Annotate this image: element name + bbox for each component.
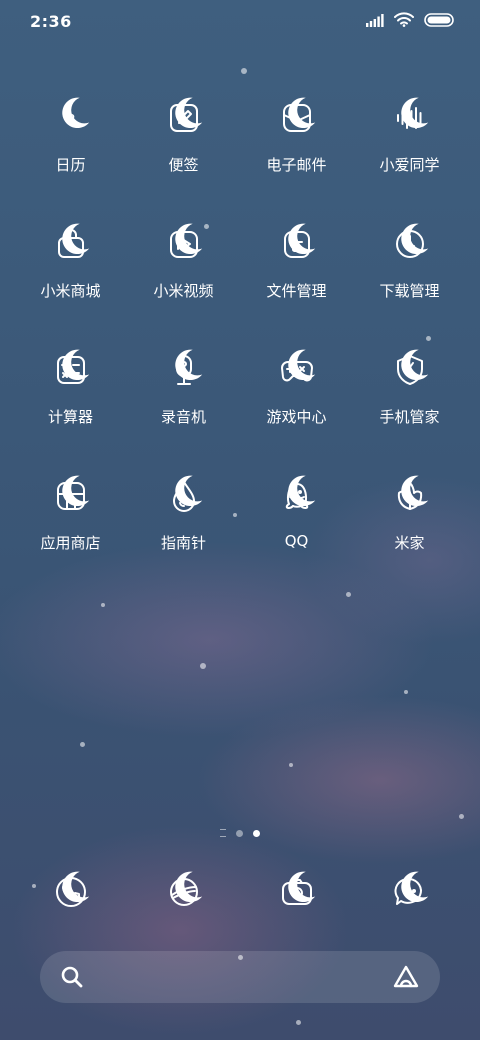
sparkle xyxy=(404,690,408,694)
app-store-icon xyxy=(45,470,97,522)
file-manager-icon xyxy=(271,218,323,270)
shopping-bag-icon xyxy=(45,218,97,270)
status-icons xyxy=(366,12,454,31)
browser-icon[interactable] xyxy=(158,866,210,918)
app-label: 日历 xyxy=(55,156,86,174)
app-label: 录音机 xyxy=(160,408,206,426)
app-label: 指南针 xyxy=(160,534,206,552)
app-download-manager[interactable]: 下载管理 xyxy=(353,218,466,344)
app-label: 计算器 xyxy=(47,408,93,426)
status-time: 2:36 xyxy=(30,12,72,31)
app-app-store[interactable]: 应用商店 xyxy=(14,470,127,596)
search-icon[interactable] xyxy=(60,965,84,989)
app-email[interactable]: 电子邮件 xyxy=(240,92,353,218)
moon-icon xyxy=(174,871,202,903)
page-indicator[interactable] xyxy=(0,829,480,837)
app-calculator[interactable]: 计算器 xyxy=(14,344,127,470)
app-label: 手机管家 xyxy=(379,408,440,426)
app-label: 文件管理 xyxy=(266,282,327,300)
app-label: 便签 xyxy=(168,156,199,174)
notes-icon xyxy=(158,92,210,144)
app-mi-video[interactable]: 小米视频 xyxy=(127,218,240,344)
app-label: QQ xyxy=(284,532,309,550)
calendar-icon: 2 xyxy=(45,92,97,144)
camera-icon[interactable] xyxy=(271,866,323,918)
app-xiaoai[interactable]: 小爱同学 xyxy=(353,92,466,218)
app-label: 小米商城 xyxy=(40,282,101,300)
sparkle xyxy=(101,603,105,607)
qq-icon xyxy=(271,470,323,522)
status-bar: 2:36 xyxy=(0,0,480,44)
app-label: 米家 xyxy=(394,534,425,552)
app-label: 小爱同学 xyxy=(379,156,440,174)
app-qq[interactable]: QQ xyxy=(240,470,353,596)
sparkle xyxy=(296,1020,301,1025)
app-recorder[interactable]: 录音机 xyxy=(127,344,240,470)
moon-icon xyxy=(174,97,202,129)
battery-icon xyxy=(424,12,454,31)
moon-icon xyxy=(174,349,202,381)
sparkle xyxy=(80,742,85,747)
calculator-icon xyxy=(45,344,97,396)
page-dot xyxy=(236,829,243,837)
moon-icon xyxy=(400,871,428,903)
app-game-center[interactable]: 游戏中心 xyxy=(240,344,353,470)
sparkle xyxy=(289,763,293,767)
app-mi-store[interactable]: 小米商城 xyxy=(14,218,127,344)
gamepad-icon xyxy=(271,344,323,396)
email-icon xyxy=(271,92,323,144)
home-screen: 2:36 日历 便签 电子邮件 小爱同学 小米商城 小米视频 文件管理 下载管理… xyxy=(0,0,480,1040)
moon-icon xyxy=(61,475,89,507)
app-label: 游戏中心 xyxy=(266,408,327,426)
moon-icon xyxy=(400,97,428,129)
moon-icon xyxy=(287,223,315,255)
moon-icon xyxy=(61,349,89,381)
app-label: 下载管理 xyxy=(379,282,440,300)
video-icon xyxy=(158,218,210,270)
assistant-icon[interactable] xyxy=(392,964,420,990)
signal-icon xyxy=(366,12,384,31)
moon-icon xyxy=(287,475,315,507)
app-notes[interactable]: 便签 xyxy=(127,92,240,218)
moon-icon xyxy=(174,475,202,507)
moon-icon xyxy=(287,349,315,381)
moon-icon xyxy=(61,97,89,129)
moon-icon xyxy=(400,349,428,381)
dock xyxy=(14,866,466,918)
moon-icon xyxy=(61,223,89,255)
page-dot-active xyxy=(253,829,260,837)
shield-icon xyxy=(384,344,436,396)
messages-icon[interactable] xyxy=(384,866,436,918)
moon-icon xyxy=(287,97,315,129)
mijia-icon xyxy=(384,470,436,522)
compass-icon xyxy=(158,470,210,522)
app-calendar[interactable]: 2 日历 xyxy=(14,92,127,218)
moon-icon xyxy=(61,871,89,903)
app-label: 应用商店 xyxy=(40,534,101,552)
search-bar[interactable] xyxy=(40,951,440,1003)
wifi-icon xyxy=(394,12,414,31)
moon-icon xyxy=(400,475,428,507)
sparkle xyxy=(241,68,247,74)
voice-assistant-icon xyxy=(384,92,436,144)
phone-icon[interactable] xyxy=(45,866,97,918)
app-grid: 2 日历 便签 xyxy=(14,92,466,596)
app-label: 小米视频 xyxy=(153,282,214,300)
app-security[interactable]: 手机管家 xyxy=(353,344,466,470)
page-indicator-lines xyxy=(220,829,226,837)
app-compass[interactable]: 指南针 xyxy=(127,470,240,596)
recorder-icon xyxy=(158,344,210,396)
app-mijia[interactable]: 米家 xyxy=(353,470,466,596)
sparkle xyxy=(459,814,464,819)
moon-icon xyxy=(400,223,428,255)
moon-icon xyxy=(174,223,202,255)
app-label: 电子邮件 xyxy=(266,156,327,174)
moon-icon xyxy=(287,871,315,903)
download-icon xyxy=(384,218,436,270)
app-file-manager[interactable]: 文件管理 xyxy=(240,218,353,344)
sparkle xyxy=(200,663,206,669)
